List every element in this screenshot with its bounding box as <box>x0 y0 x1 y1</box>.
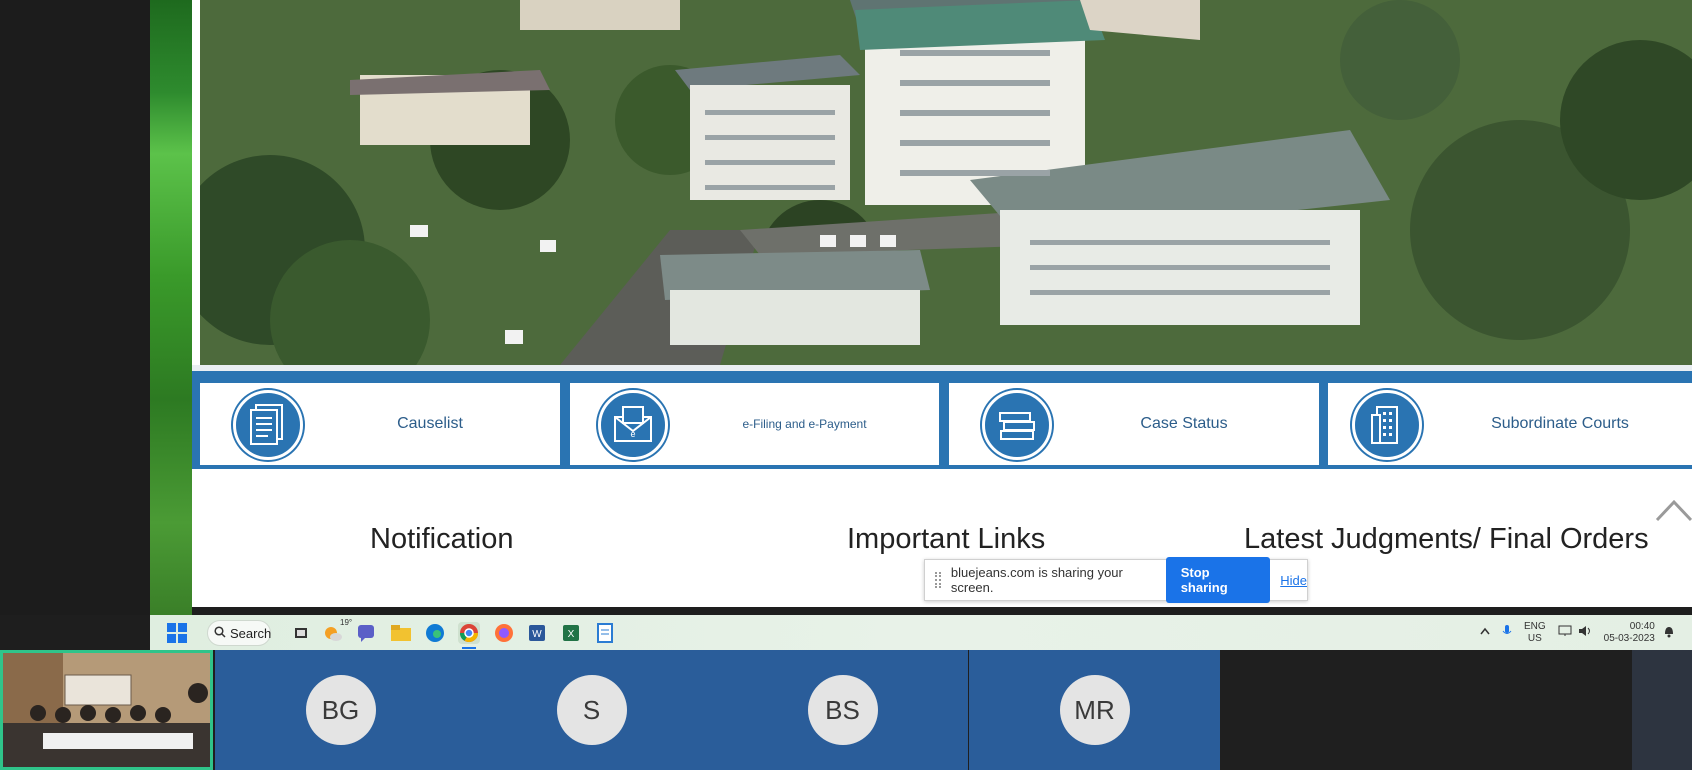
screen-share-bar: bluejeans.com is sharing your screen. St… <box>924 557 1308 603</box>
shared-browser-window: Causelist e e-Filing and e-Payment Case … <box>192 0 1692 607</box>
document-list-icon <box>233 390 303 460</box>
books-icon <box>982 390 1052 460</box>
screen: Causelist e e-Filing and e-Payment Case … <box>0 0 1692 770</box>
avatar: S <box>556 675 627 745</box>
desktop-wallpaper-strip <box>150 0 192 615</box>
search-label: Search <box>230 625 272 641</box>
tile-case-status[interactable]: Case Status <box>949 383 1319 465</box>
chevron-up-icon[interactable] <box>1480 627 1490 638</box>
network-icon[interactable] <box>1558 625 1572 640</box>
hide-link[interactable]: Hide <box>1280 573 1307 588</box>
windows-taskbar: Search 19° W X ENG US 00:40 05-03-2023 <box>150 615 1692 650</box>
tile-efiling[interactable]: e e-Filing and e-Payment <box>570 383 939 465</box>
clock[interactable]: 00:40 05-03-2023 <box>1604 621 1655 645</box>
avatar: MR <box>1059 675 1130 745</box>
participant-tile[interactable]: BS <box>717 650 968 770</box>
tile-subordinate-courts[interactable]: Subordinate Courts <box>1328 383 1692 465</box>
avatar: BS <box>807 675 878 745</box>
language-code: ENG <box>1524 620 1546 632</box>
system-tray: ENG US 00:40 05-03-2023 <box>1480 615 1675 650</box>
edge-browser-icon[interactable] <box>424 622 446 644</box>
hero-campus-image <box>200 0 1692 365</box>
tile-causelist[interactable]: Causelist <box>200 383 560 465</box>
taskbar-search-button[interactable]: Search <box>207 620 271 646</box>
windows-start-icon[interactable] <box>166 622 188 644</box>
svg-text:X: X <box>568 629 575 640</box>
left-dark-panel <box>0 0 150 615</box>
word-app-icon[interactable]: W <box>526 622 548 644</box>
chevron-up-icon <box>1654 499 1692 532</box>
stop-sharing-button[interactable]: Stop sharing <box>1165 557 1271 603</box>
clock-time: 00:40 <box>1629 620 1655 632</box>
teams-chat-icon[interactable] <box>355 622 377 644</box>
weather-temp: 19° <box>340 618 353 627</box>
search-icon <box>214 625 226 641</box>
tile-efiling-label: e-Filing and e-Payment <box>742 417 867 431</box>
notification-heading: Notification <box>370 523 514 555</box>
drag-handle-icon[interactable] <box>935 572 941 588</box>
region-code: US <box>1527 632 1542 644</box>
building-icon <box>1352 390 1422 460</box>
svg-text:W: W <box>532 629 542 640</box>
important-links-heading: Important Links <box>847 523 1046 555</box>
volume-icon[interactable] <box>1578 625 1592 640</box>
chrome-browser-icon[interactable] <box>458 622 480 644</box>
participant-tile[interactable]: BG <box>215 650 466 770</box>
tile-causelist-label: Causelist <box>397 415 463 432</box>
language-indicator[interactable]: ENG US <box>1524 621 1546 645</box>
document-app-icon[interactable] <box>594 622 616 644</box>
latest-judgments-heading: Latest Judgments/ Final Orders <box>1244 523 1649 555</box>
right-video-panel <box>1632 650 1692 770</box>
microphone-icon[interactable] <box>1502 624 1512 641</box>
tile-subordinate-courts-label: Subordinate Courts <box>1491 415 1629 432</box>
excel-app-icon[interactable]: X <box>560 622 582 644</box>
task-view-icon[interactable] <box>290 622 312 644</box>
mail-envelope-icon: e <box>598 390 668 460</box>
clock-date: 05-03-2023 <box>1603 632 1655 644</box>
file-explorer-icon[interactable] <box>390 622 412 644</box>
self-video-tile[interactable] <box>0 650 213 770</box>
share-status-text: bluejeans.com is sharing your screen. <box>950 565 1123 595</box>
firefox-browser-icon[interactable] <box>493 622 515 644</box>
scroll-to-top-button[interactable] <box>1654 492 1692 528</box>
participant-tile[interactable]: S <box>466 650 717 770</box>
notification-bell-icon[interactable] <box>1663 624 1675 641</box>
avatar: BG <box>305 675 376 745</box>
svg-text:e: e <box>630 429 635 439</box>
tile-case-status-label: Case Status <box>1140 415 1228 432</box>
participant-tile[interactable]: MR <box>969 650 1220 770</box>
active-indicator <box>462 647 476 649</box>
